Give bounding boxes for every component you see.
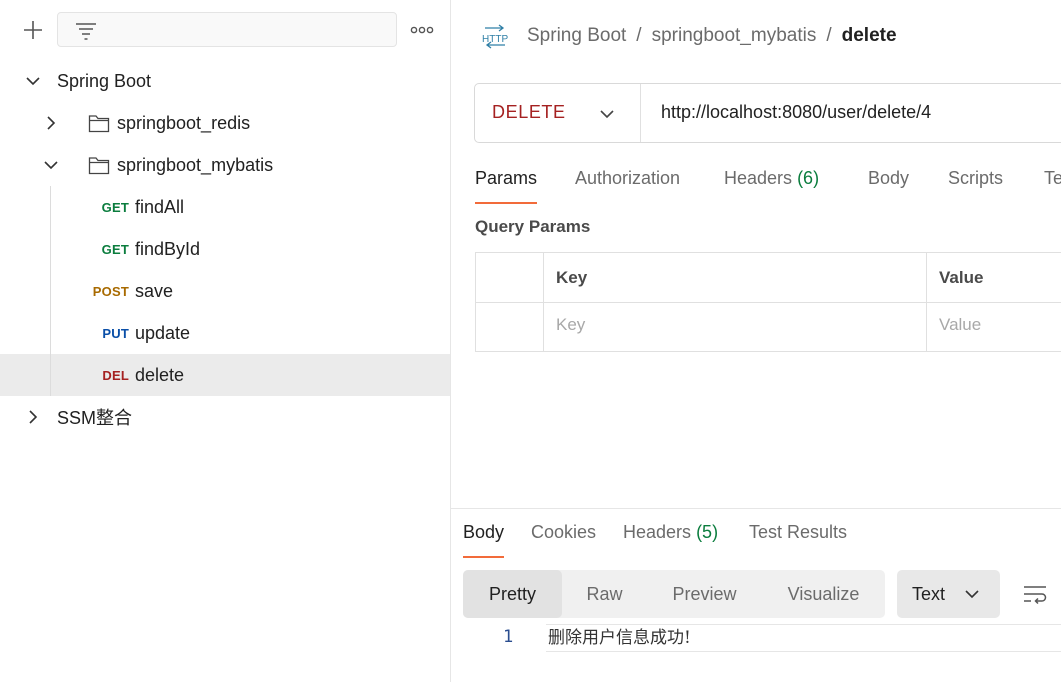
request-item-update[interactable]: PUT update: [0, 312, 450, 354]
tree-collection-ssm[interactable]: SSM整合: [0, 396, 450, 438]
response-body-text[interactable]: 删除用户信息成功!: [546, 624, 1061, 652]
request-name: findById: [135, 238, 201, 259]
query-params-title: Query Params: [475, 217, 591, 236]
chevron-down-icon: [965, 590, 979, 599]
response-tab-cookies[interactable]: Cookies: [531, 522, 596, 558]
line-number: 1: [503, 627, 514, 647]
url-bar: DELETE http://localhost:8080/user/delete…: [474, 83, 1061, 143]
response-tab-headers-count: (5): [696, 522, 719, 542]
folder-icon: [88, 157, 110, 175]
view-raw-button[interactable]: Raw: [562, 570, 647, 618]
response-divider[interactable]: [451, 508, 1061, 509]
request-item-save[interactable]: POST save: [0, 270, 450, 312]
method-select-value: DELETE: [492, 102, 566, 122]
request-name: findAll: [135, 196, 185, 217]
request-item-delete[interactable]: DEL delete: [0, 354, 450, 396]
response-body: 1 删除用户信息成功!: [463, 624, 1061, 652]
request-tabs: Params Authorization Headers (6) Body Sc…: [475, 168, 1061, 204]
tree-folder-springboot-redis[interactable]: springboot_redis: [0, 102, 450, 144]
view-pretty-button[interactable]: Pretty: [463, 570, 562, 618]
request-name: delete: [135, 364, 185, 385]
tab-tests[interactable]: Te: [1044, 168, 1061, 204]
folder-label: springboot_redis: [117, 112, 251, 133]
filter-input[interactable]: [57, 12, 397, 47]
breadcrumb-collection[interactable]: Spring Boot: [527, 25, 626, 47]
format-select-value: Text: [912, 584, 946, 604]
tab-authorization[interactable]: Authorization: [575, 168, 680, 204]
sidebar: Spring Boot springboot_redis springboot_…: [0, 0, 451, 682]
query-params-table: Key Value Key Value: [475, 252, 1061, 352]
chevron-down-icon[interactable]: [43, 157, 59, 173]
view-preview-button[interactable]: Preview: [647, 570, 762, 618]
http-icon: HTTP: [481, 23, 509, 49]
key-input[interactable]: Key: [556, 315, 585, 335]
view-mode-segmented: Pretty Raw Preview Visualize: [463, 570, 885, 618]
table-divider: [926, 253, 927, 351]
response-tab-body[interactable]: Body: [463, 522, 505, 558]
method-badge-get: GET: [101, 199, 129, 215]
folder-label: springboot_mybatis: [117, 154, 274, 175]
wrap-lines-icon[interactable]: [1021, 580, 1051, 610]
chevron-right-icon[interactable]: [25, 409, 41, 425]
app-window: Spring Boot springboot_redis springboot_…: [0, 0, 1061, 682]
response-tabs: Body Cookies Headers (5) Test Results: [463, 522, 1061, 558]
svg-text:HTTP: HTTP: [482, 34, 508, 45]
response-tab-headers[interactable]: Headers (5): [623, 522, 718, 558]
plus-icon[interactable]: [18, 15, 48, 45]
response-tab-headers-label: Headers: [623, 522, 692, 542]
table-divider: [543, 253, 544, 351]
tab-scripts[interactable]: Scripts: [948, 168, 1003, 204]
value-column-header: Value: [939, 268, 984, 287]
tree-indent-guide: [50, 186, 51, 396]
method-select[interactable]: DELETE: [475, 84, 641, 142]
view-visualize-button[interactable]: Visualize: [762, 570, 885, 618]
tab-params[interactable]: Params: [475, 168, 538, 204]
table-divider: [476, 302, 1061, 303]
method-badge-post: POST: [92, 283, 129, 299]
sidebar-toolbar: [0, 0, 450, 60]
url-input[interactable]: http://localhost:8080/user/delete/4: [661, 102, 931, 123]
request-item-findall[interactable]: GET findAll: [0, 186, 450, 228]
method-badge-delete: DEL: [102, 367, 129, 383]
breadcrumb-separator: /: [636, 25, 642, 46]
request-name: save: [135, 280, 174, 301]
filter-lines-icon: [74, 21, 98, 46]
response-toolbar: Pretty Raw Preview Visualize Text: [463, 570, 1061, 618]
response-tab-test-results[interactable]: Test Results: [749, 522, 847, 558]
folder-icon: [88, 115, 110, 133]
chevron-down-icon[interactable]: [25, 73, 41, 89]
value-input[interactable]: Value: [939, 315, 981, 335]
breadcrumb-folder[interactable]: springboot_mybatis: [652, 25, 817, 47]
more-horizontal-icon[interactable]: [407, 15, 437, 45]
method-badge-get: GET: [101, 241, 129, 257]
breadcrumb-request-name[interactable]: delete: [842, 25, 897, 47]
key-column-header: Key: [556, 268, 588, 287]
chevron-down-icon: [600, 110, 614, 119]
collection-label: SSM整合: [57, 408, 133, 428]
tab-headers-count: (6): [797, 168, 820, 188]
tree-folder-springboot-mybatis[interactable]: springboot_mybatis: [0, 144, 450, 186]
request-name: update: [135, 322, 191, 343]
request-item-findbyid[interactable]: GET findById: [0, 228, 450, 270]
method-badge-put: PUT: [102, 325, 129, 341]
chevron-right-icon[interactable]: [43, 115, 59, 131]
collection-label: Spring Boot: [57, 70, 152, 91]
breadcrumb-separator: /: [826, 25, 832, 46]
format-select[interactable]: Text: [897, 570, 1000, 618]
tab-headers[interactable]: Headers (6): [724, 168, 819, 204]
breadcrumb: HTTP Spring Boot / springboot_mybatis / …: [481, 20, 897, 52]
tree-collection-spring-boot[interactable]: Spring Boot: [0, 60, 450, 102]
request-editor: HTTP Spring Boot / springboot_mybatis / …: [451, 0, 1061, 682]
tab-body[interactable]: Body: [868, 168, 909, 204]
tab-headers-label: Headers: [724, 168, 793, 188]
